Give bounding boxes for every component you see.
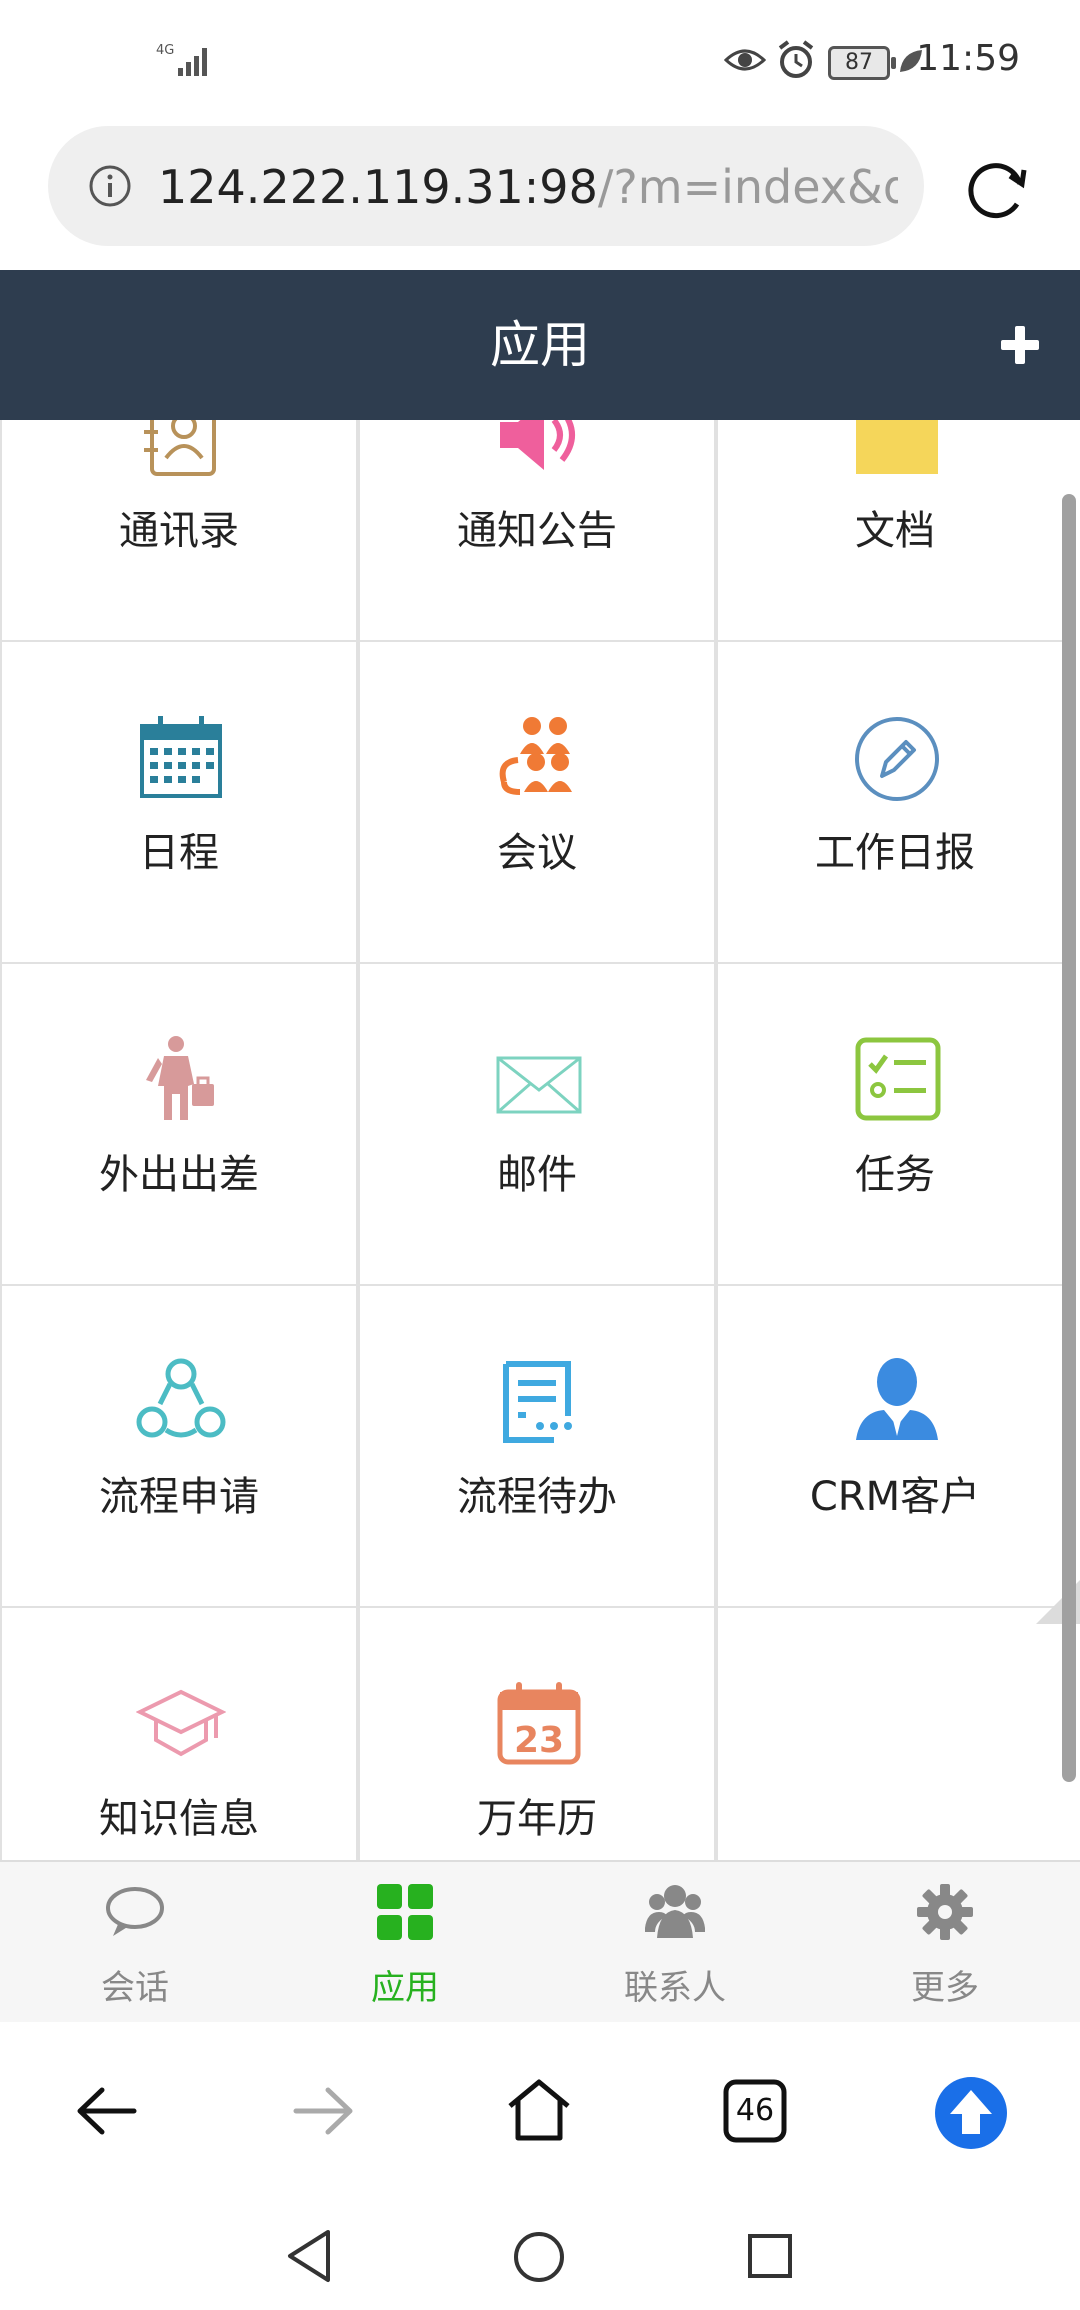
app-label: 日程 [139, 830, 219, 876]
nav-tab-contacts[interactable]: 联系人 [540, 1862, 810, 2024]
forward-arrow-icon[interactable] [288, 2076, 358, 2146]
nav-label: 会话 [101, 1968, 169, 2008]
people-icon [645, 1885, 705, 1938]
app-label: 流程申请 [99, 1474, 259, 1520]
app-label: 知识信息 [99, 1796, 259, 1842]
info-icon[interactable] [88, 164, 132, 208]
mail-icon [496, 1056, 582, 1114]
status-bar: 4G 87 11:59 [0, 0, 1080, 120]
app-label: 外出出差 [99, 1152, 259, 1198]
app-tile-process-apply[interactable]: 流程申请 [0, 1286, 358, 1608]
system-nav [0, 2198, 1080, 2310]
app-label: 流程待办 [457, 1474, 617, 1520]
system-back-icon[interactable] [284, 2228, 334, 2284]
home-icon[interactable] [504, 2076, 574, 2146]
document-list-icon [503, 1361, 572, 1443]
upload-arrow-icon[interactable] [934, 2076, 1008, 2150]
app-tile-documents[interactable]: 文档 [716, 420, 1064, 642]
app-tile-daily-report[interactable]: 工作日报 [716, 642, 1064, 964]
nav-label: 联系人 [624, 1968, 726, 2008]
scrollbar[interactable] [1062, 494, 1076, 1782]
app-label: 工作日报 [815, 830, 975, 876]
bottom-nav: 会话 应用 联系人 更多 [0, 1860, 1080, 2024]
app-label: 通讯录 [119, 508, 239, 554]
app-tile-perpetual-calendar[interactable]: 23 万年历 [358, 1608, 716, 1860]
chat-bubble-icon [106, 1887, 164, 1936]
app-tile-empty [716, 1608, 1064, 1860]
app-grid[interactable]: 通讯录 通知公告 文档 日程 会议 工作日报 外出出差 邮件 任务 流程申请 流… [0, 420, 1064, 1860]
app-tile-announcements[interactable]: 通知公告 [358, 420, 716, 642]
tab-count: 46 [735, 2093, 775, 2128]
plus-icon[interactable] [995, 320, 1045, 370]
folder-icon [856, 420, 938, 474]
back-arrow-icon[interactable] [72, 2076, 142, 2146]
network-type-label: 4G [156, 43, 174, 58]
speaker-icon [500, 420, 575, 470]
nav-tab-more[interactable]: 更多 [810, 1862, 1080, 2024]
app-tile-process-todo[interactable]: 流程待办 [358, 1286, 716, 1608]
customer-icon [856, 1358, 938, 1440]
browser-toolbar: 46 [0, 2022, 1080, 2198]
pencil-icon [855, 717, 939, 801]
url-text[interactable]: 124.222.119.31:98/?m=index&d=w [158, 160, 898, 214]
app-label: 通知公告 [457, 508, 617, 554]
app-tile-crm[interactable]: CRM客户 [716, 1286, 1064, 1608]
app-tile-mail[interactable]: 邮件 [358, 964, 716, 1286]
url-path: /?m=index&d=w [597, 160, 898, 214]
gear-icon [917, 1884, 973, 1940]
system-recents-icon[interactable] [746, 2232, 794, 2280]
app-tile-schedule[interactable]: 日程 [0, 642, 358, 964]
apps-grid-icon [377, 1884, 433, 1940]
calendar-icon [140, 716, 222, 798]
system-home-icon[interactable] [512, 2230, 566, 2284]
eye-icon [724, 49, 766, 71]
app-label: 任务 [855, 1152, 935, 1198]
nav-tab-apps[interactable]: 应用 [270, 1862, 540, 2024]
calendar-date-icon: 23 [497, 1682, 581, 1765]
nav-label: 更多 [911, 1968, 979, 2008]
app-label: 万年历 [477, 1796, 597, 1842]
contacts-icon [144, 420, 216, 476]
app-label: 会议 [497, 830, 577, 876]
app-tile-business-trip[interactable]: 外出出差 [0, 964, 358, 1286]
page-title: 应用 [490, 316, 590, 374]
battery-indicator: 87 [828, 46, 896, 80]
checklist-icon [855, 1037, 941, 1121]
app-label: 文档 [855, 508, 935, 554]
meeting-icon [499, 717, 572, 795]
app-tile-knowledge[interactable]: 知识信息 [0, 1608, 358, 1860]
nav-tab-chat[interactable]: 会话 [0, 1862, 270, 2024]
app-label: 邮件 [497, 1152, 577, 1198]
cellular-signal-icon: 4G [156, 43, 207, 76]
app-tile-tasks[interactable]: 任务 [716, 964, 1064, 1286]
alarm-icon [778, 40, 814, 78]
app-label: CRM客户 [809, 1474, 981, 1520]
flow-icon [136, 1358, 226, 1438]
url-host: 124.222.119.31:98 [158, 160, 598, 214]
nav-label: 应用 [371, 1968, 439, 2008]
clock: 11:59 [916, 38, 1020, 79]
address-bar[interactable]: 124.222.119.31:98/?m=index&d=w [48, 126, 924, 246]
graduation-cap-icon [136, 1689, 226, 1757]
tabs-button[interactable]: 46 [720, 2076, 790, 2146]
traveler-icon [146, 1036, 214, 1120]
app-header: 应用 [0, 270, 1080, 420]
app-tile-contacts[interactable]: 通讯录 [0, 420, 358, 642]
reload-icon[interactable] [962, 154, 1032, 224]
app-tile-meeting[interactable]: 会议 [358, 642, 716, 964]
calendar-date-number: 23 [514, 1720, 564, 1761]
